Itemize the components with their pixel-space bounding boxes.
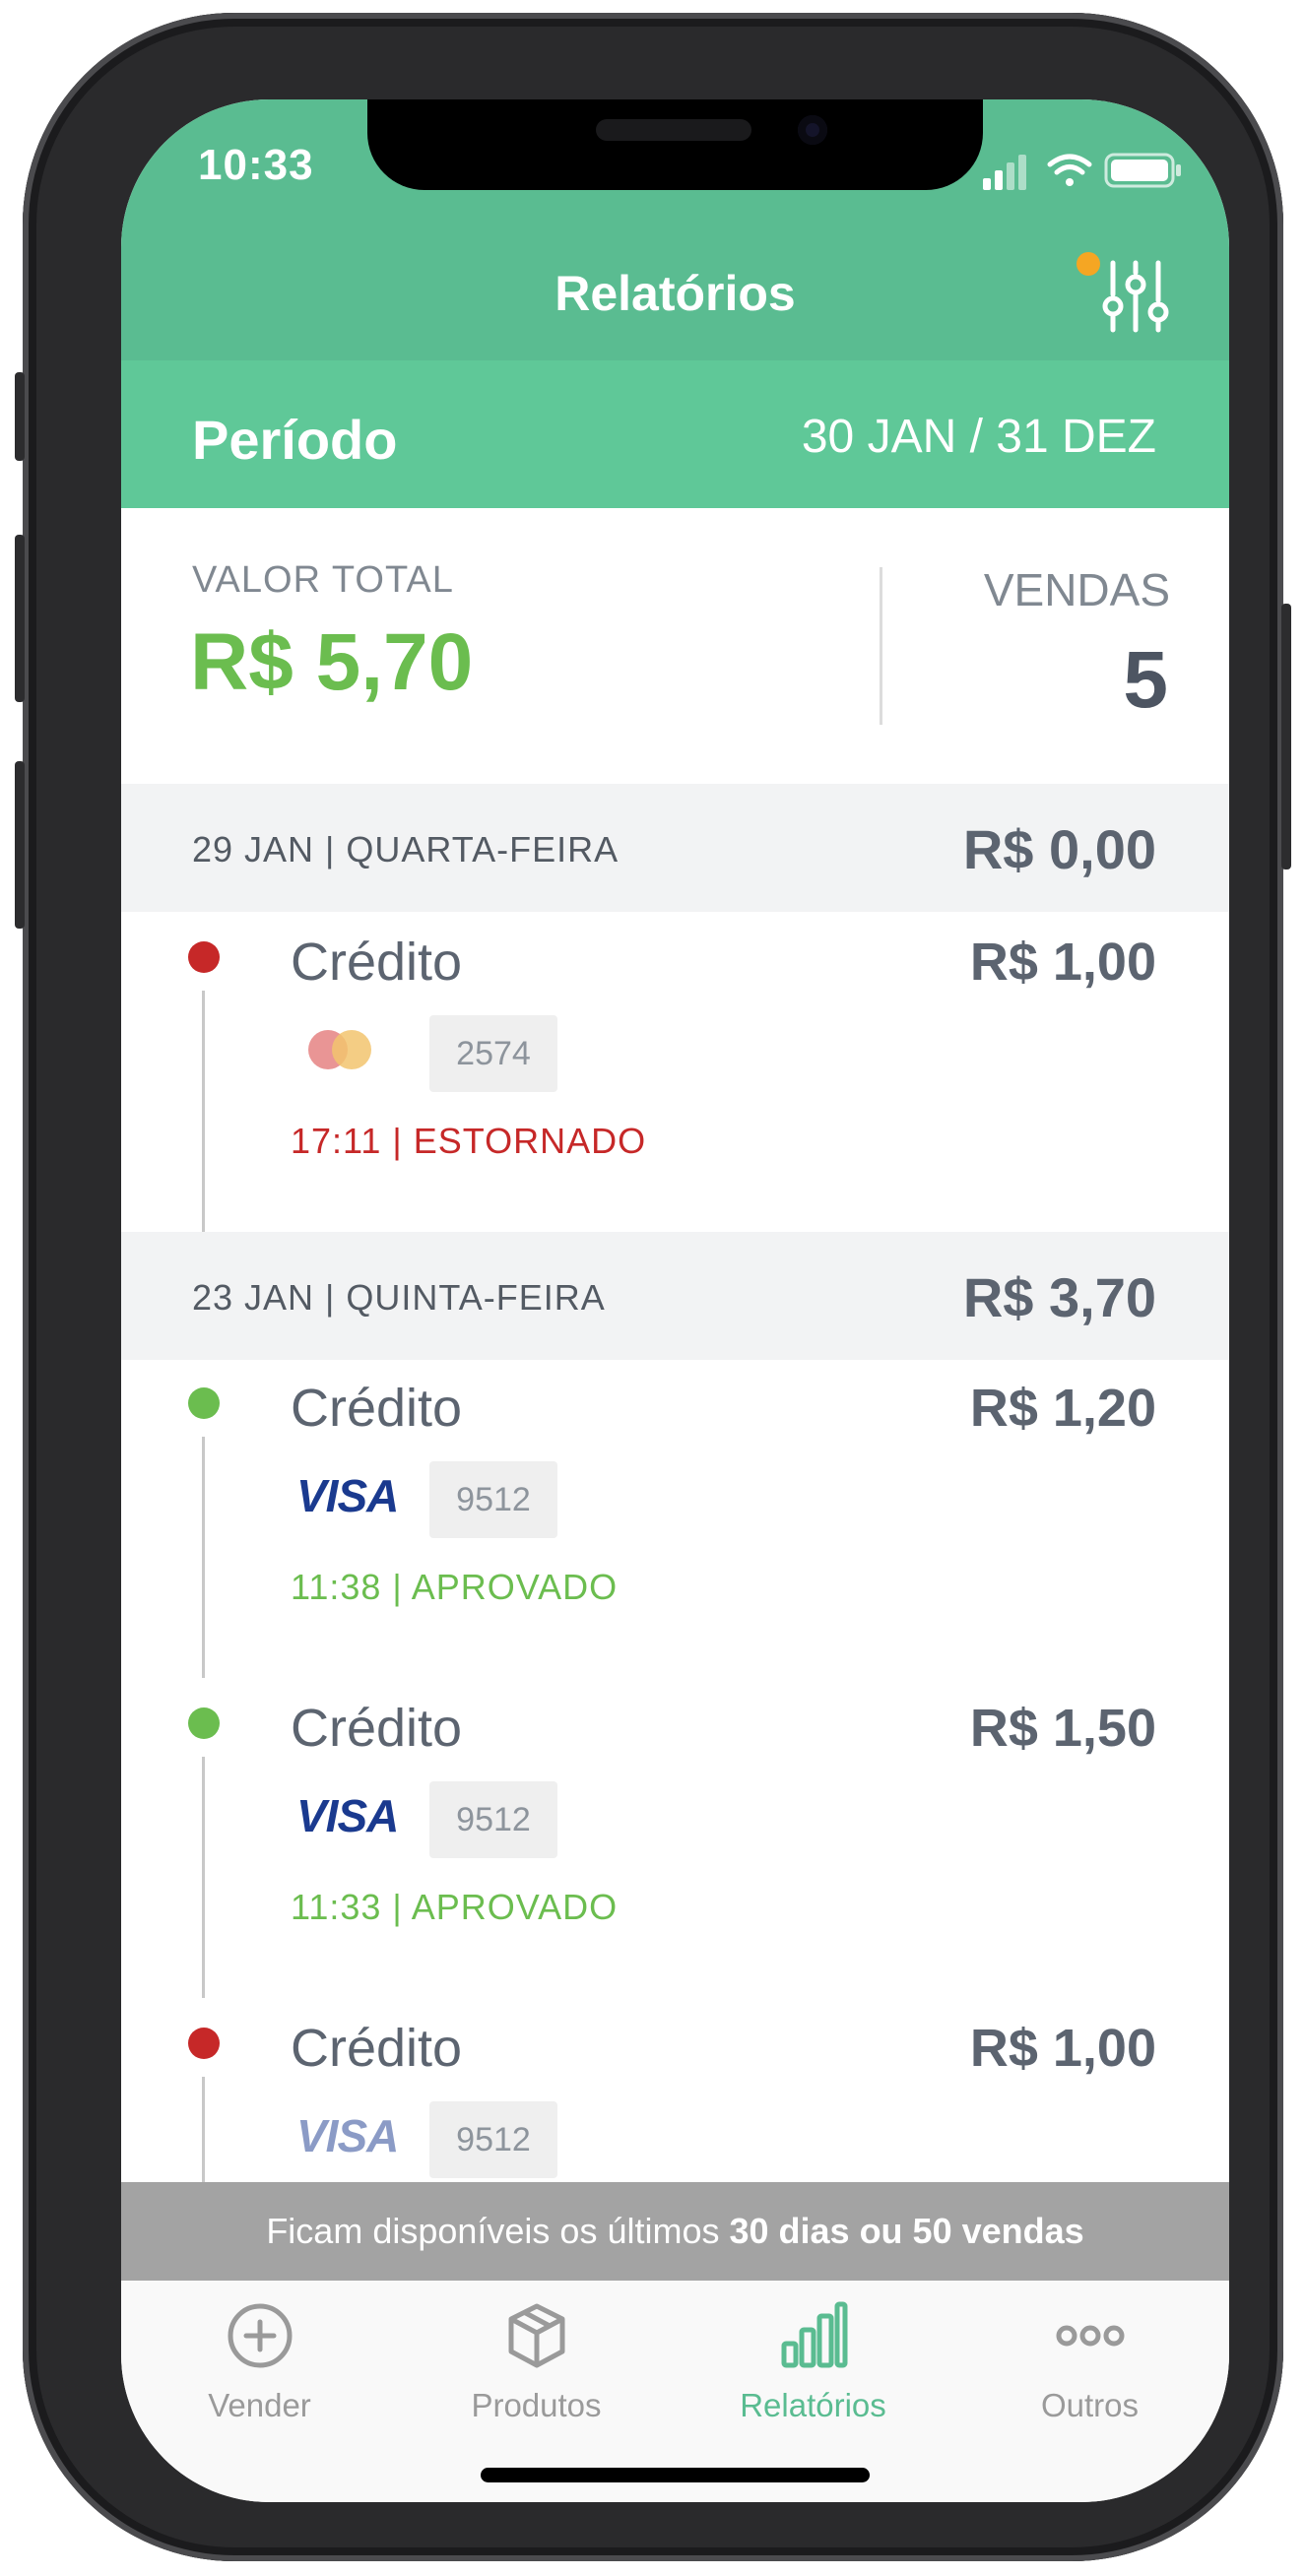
filter-badge bbox=[1077, 252, 1100, 276]
status-dot bbox=[188, 1387, 220, 1419]
phone-frame: 10:33 Relatórios Período 30 JAN / 31 DEZ… bbox=[15, 13, 1291, 2561]
status-dot bbox=[188, 1707, 220, 1739]
tab-outros[interactable]: Outros bbox=[951, 2281, 1228, 2438]
period-label: Período bbox=[192, 409, 398, 471]
tab-produtos[interactable]: Produtos bbox=[398, 2281, 675, 2438]
transaction-amount: R$ 1,00 bbox=[969, 2019, 1156, 2078]
plus-circle-icon bbox=[228, 2303, 293, 2368]
transaction-status: 11:33 | APROVADO bbox=[291, 1887, 619, 1927]
availability-notice: Ficam disponíveis os últimos 30 dias ou … bbox=[121, 2182, 1229, 2281]
sliders-icon[interactable] bbox=[1101, 257, 1170, 336]
status-icons bbox=[983, 153, 1181, 190]
home-indicator[interactable] bbox=[481, 2468, 870, 2482]
tab-relatorios[interactable]: Relatórios bbox=[675, 2281, 951, 2438]
timeline-line bbox=[202, 1437, 205, 1678]
transaction-status: 11:38 | APROVADO bbox=[291, 1567, 619, 1607]
day-total: R$ 3,70 bbox=[962, 1266, 1156, 1328]
sales-count: 5 bbox=[1123, 635, 1168, 725]
transaction-amount: R$ 1,00 bbox=[969, 933, 1156, 992]
screen: 10:33 Relatórios Período 30 JAN / 31 DEZ… bbox=[121, 99, 1229, 2502]
transaction-item[interactable]: Crédito R$ 1,20 VISA 9512 11:38 | APROVA… bbox=[121, 1358, 1229, 1678]
transaction-status: 17:11 | ESTORNADO bbox=[291, 1121, 647, 1161]
day-header: 29 JAN | QUARTA-FEIRA R$ 0,00 bbox=[121, 784, 1229, 912]
tab-label: Relatórios bbox=[740, 2387, 886, 2423]
tab-label: Outros bbox=[1040, 2387, 1140, 2423]
box-icon bbox=[508, 2303, 565, 2368]
visa-logo: VISA bbox=[296, 2110, 399, 2161]
volume-down-button bbox=[15, 761, 25, 929]
total-value: R$ 5,70 bbox=[190, 617, 474, 707]
notice-highlight: 30 dias ou 50 vendas bbox=[729, 2211, 1084, 2251]
period-selector[interactable]: Período 30 JAN / 31 DEZ bbox=[121, 360, 1229, 508]
period-range: 30 JAN / 31 DEZ bbox=[801, 411, 1156, 463]
speaker-grille bbox=[596, 119, 751, 141]
mastercard-icon bbox=[308, 1030, 371, 1069]
more-icon bbox=[1056, 2325, 1125, 2347]
page-title: Relatórios bbox=[555, 266, 796, 321]
card-last-digits: 9512 bbox=[429, 1461, 557, 1538]
total-label: VALOR TOTAL bbox=[192, 559, 454, 601]
day-title: 23 JAN | QUINTA-FEIRA bbox=[192, 1277, 606, 1318]
timeline-line bbox=[202, 2077, 205, 2187]
payment-method: Crédito bbox=[291, 1379, 463, 1438]
battery-icon bbox=[1104, 153, 1181, 188]
day-total: R$ 0,00 bbox=[962, 818, 1156, 880]
card-last-digits: 9512 bbox=[429, 2101, 557, 2178]
visa-logo: VISA bbox=[296, 1470, 399, 1521]
transaction-list[interactable]: 29 JAN | QUARTA-FEIRA R$ 0,00 Crédito R$… bbox=[121, 784, 1229, 2187]
front-camera bbox=[798, 115, 827, 145]
signal-icon bbox=[983, 155, 1026, 190]
volume-up-button bbox=[15, 535, 25, 702]
payment-method: Crédito bbox=[291, 933, 463, 992]
summary-card: VALOR TOTAL R$ 5,70 VENDAS 5 bbox=[121, 508, 1229, 784]
status-dot bbox=[188, 941, 220, 973]
payment-method: Crédito bbox=[291, 1699, 463, 1758]
power-button bbox=[1281, 604, 1291, 869]
transaction-item[interactable]: Crédito R$ 1,50 VISA 9512 11:33 | APROVA… bbox=[121, 1678, 1229, 1998]
day-header: 23 JAN | QUINTA-FEIRA R$ 3,70 bbox=[121, 1232, 1229, 1360]
status-time: 10:33 bbox=[198, 141, 314, 189]
bar-chart-icon bbox=[781, 2301, 848, 2368]
visa-logo: VISA bbox=[296, 1790, 399, 1841]
timeline-line bbox=[202, 991, 205, 1232]
sales-label: VENDAS bbox=[983, 564, 1170, 615]
tab-label: Vender bbox=[208, 2387, 311, 2423]
timeline-line bbox=[202, 1757, 205, 1998]
day-title: 29 JAN | QUARTA-FEIRA bbox=[192, 829, 620, 869]
tab-label: Produtos bbox=[471, 2387, 602, 2423]
summary-divider bbox=[880, 567, 882, 725]
mute-switch bbox=[15, 372, 25, 461]
card-last-digits: 2574 bbox=[429, 1015, 557, 1092]
wifi-icon bbox=[1047, 154, 1092, 186]
notch bbox=[367, 99, 983, 190]
transaction-item[interactable]: Crédito R$ 1,00 2574 17:11 | ESTORNADO bbox=[121, 912, 1229, 1232]
transaction-amount: R$ 1,50 bbox=[969, 1699, 1156, 1758]
status-dot bbox=[188, 2028, 220, 2059]
transaction-item[interactable]: Crédito R$ 1,00 VISA 9512 bbox=[121, 1998, 1229, 2187]
transaction-amount: R$ 1,20 bbox=[969, 1379, 1156, 1438]
payment-method: Crédito bbox=[291, 2019, 463, 2078]
notice-text: Ficam disponíveis os últimos bbox=[266, 2211, 730, 2251]
tab-vender[interactable]: Vender bbox=[121, 2281, 398, 2438]
card-last-digits: 9512 bbox=[429, 1781, 557, 1858]
